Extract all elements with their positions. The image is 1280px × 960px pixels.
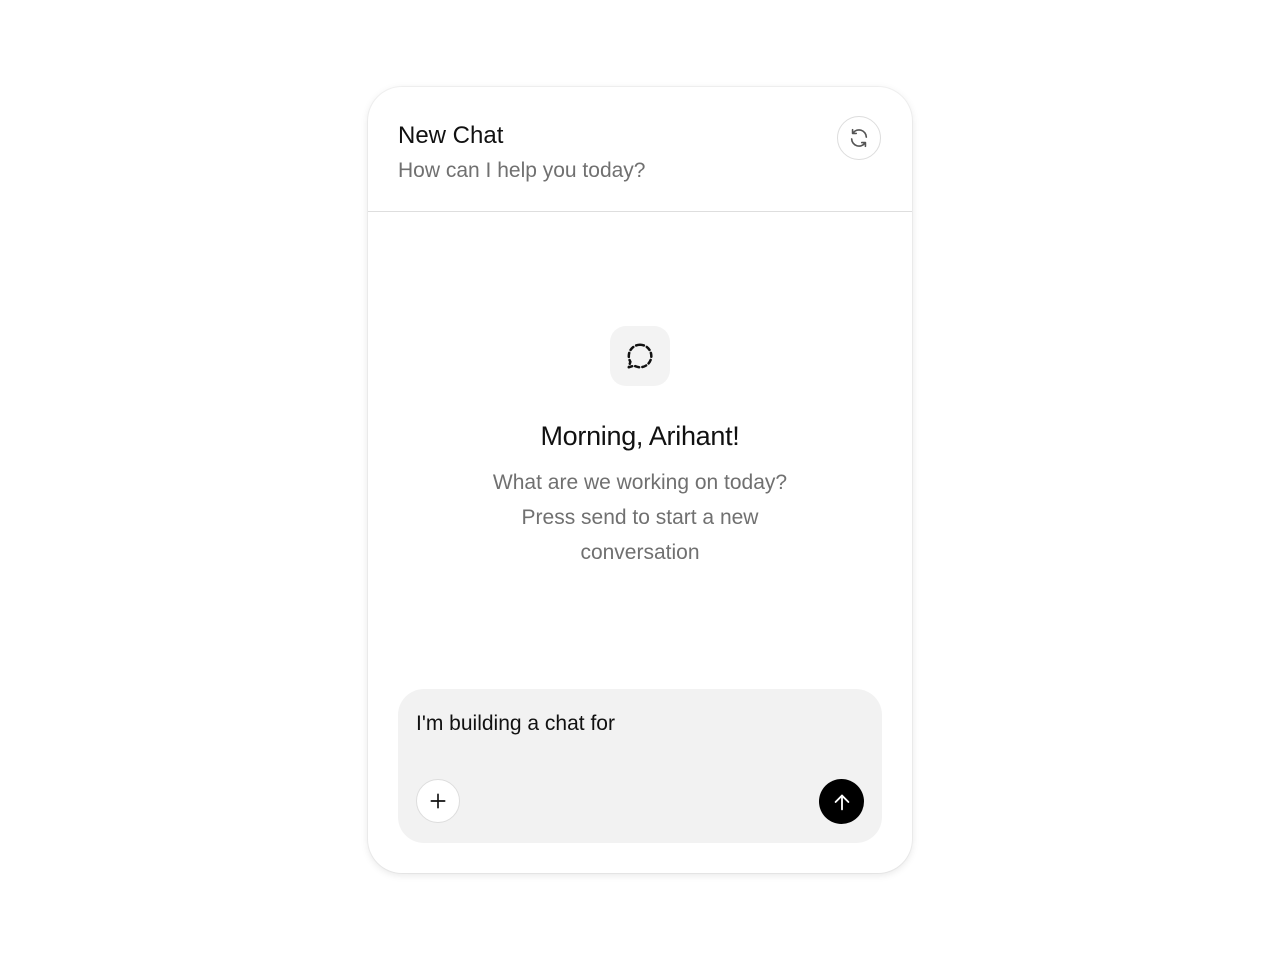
chat-title: New Chat bbox=[398, 122, 504, 149]
message-input[interactable] bbox=[416, 707, 856, 741]
greeting-heading: Morning, Arihant! bbox=[540, 421, 740, 451]
chat-header: New Chat How can I help you today? bbox=[368, 87, 912, 212]
empty-state-icon-tile bbox=[610, 326, 670, 386]
refresh-button[interactable] bbox=[837, 116, 881, 160]
send-button[interactable] bbox=[819, 779, 864, 824]
empty-state-prompt: What are we working on today? Press send… bbox=[492, 471, 788, 564]
plus-icon bbox=[430, 793, 446, 809]
chat-subtitle: How can I help you today? bbox=[398, 159, 646, 182]
arrow-up-icon bbox=[834, 794, 849, 810]
chat-card: New Chat How can I help you today? Morni… bbox=[368, 87, 912, 873]
message-composer bbox=[398, 689, 882, 843]
add-attachment-button[interactable] bbox=[416, 779, 460, 823]
refresh-icon bbox=[850, 128, 868, 148]
dashed-chat-bubble-icon bbox=[627, 343, 653, 369]
